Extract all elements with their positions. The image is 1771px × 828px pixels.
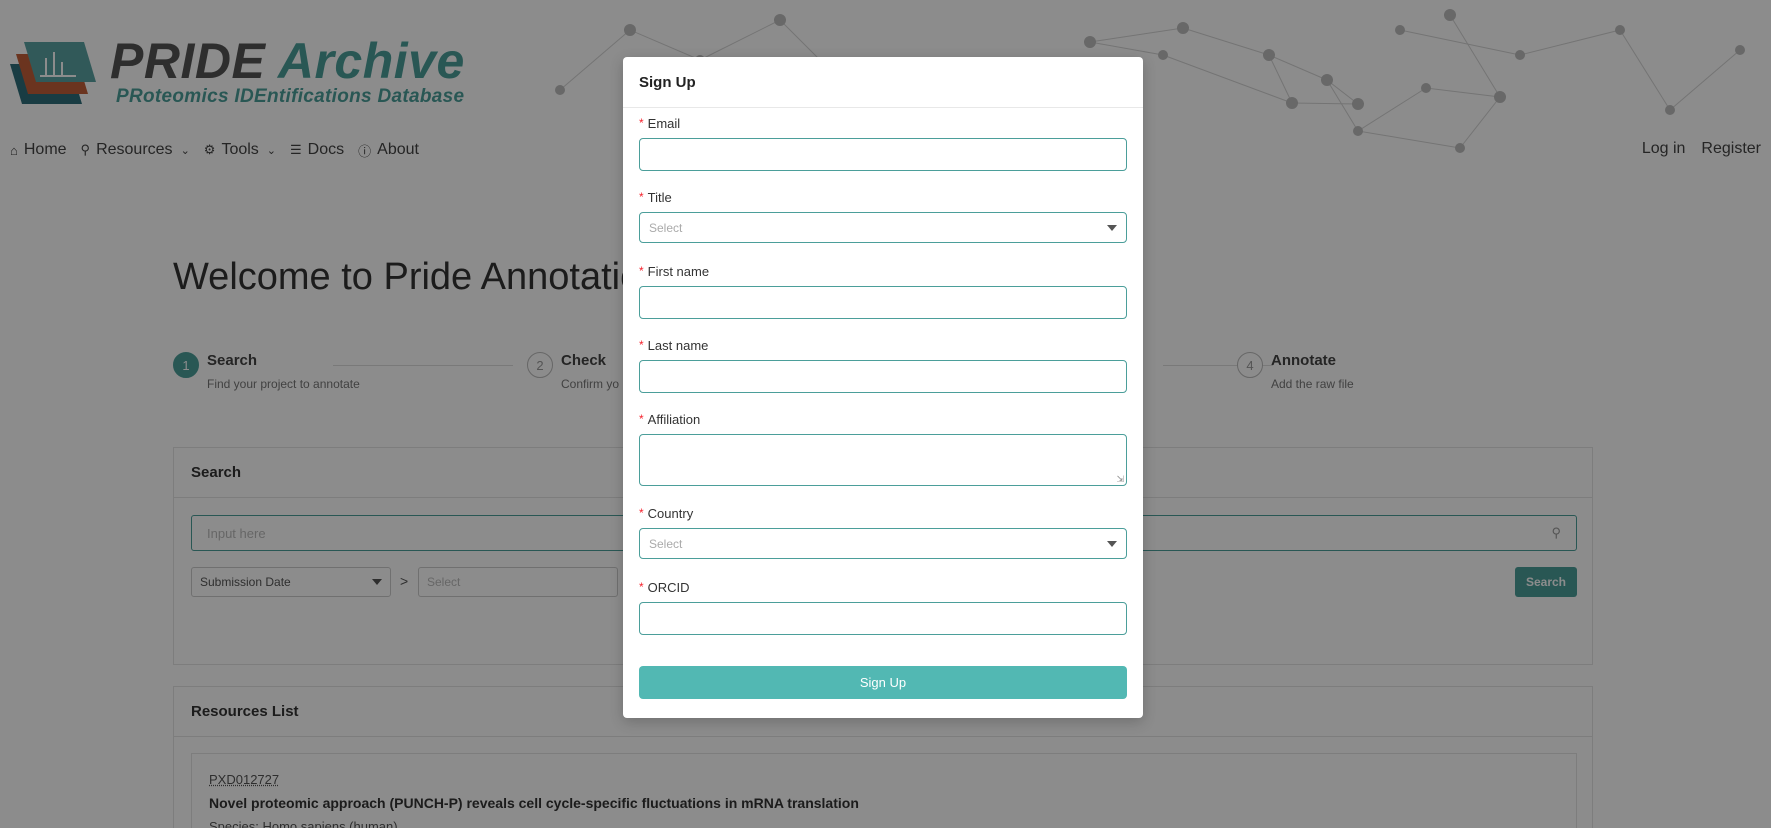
affiliation-label-text: Affiliation	[647, 411, 701, 427]
email-label-text: Email	[647, 115, 681, 131]
required-marker: *	[639, 264, 644, 278]
country-select[interactable]: Select	[639, 528, 1127, 559]
first-name-field[interactable]	[639, 286, 1127, 319]
last-name-label: * Last name	[639, 337, 1127, 353]
required-marker: *	[639, 338, 644, 352]
dropdown-arrow-icon	[1107, 540, 1117, 547]
last-name-field-group: * Last name	[639, 337, 1127, 393]
title-field-group: * Title Select	[639, 189, 1127, 243]
sign-up-button[interactable]: Sign Up	[639, 666, 1127, 699]
required-marker: *	[639, 506, 644, 520]
modal-title: Sign Up	[623, 57, 1143, 108]
required-marker: *	[639, 412, 644, 426]
required-marker: *	[639, 580, 644, 594]
country-label-text: Country	[647, 505, 694, 521]
country-label: * Country	[639, 505, 1127, 521]
affiliation-textarea[interactable]: ⇲	[639, 434, 1127, 486]
first-name-label-text: First name	[647, 263, 710, 279]
first-name-label: * First name	[639, 263, 1127, 279]
orcid-field-group: * ORCID	[639, 579, 1127, 635]
email-field[interactable]	[639, 138, 1127, 171]
title-label-text: Title	[647, 189, 672, 205]
required-marker: *	[639, 190, 644, 204]
email-field-group: * Email	[639, 115, 1127, 171]
orcid-field[interactable]	[639, 602, 1127, 635]
title-select[interactable]: Select	[639, 212, 1127, 243]
last-name-field[interactable]	[639, 360, 1127, 393]
first-name-field-group: * First name	[639, 263, 1127, 319]
title-select-placeholder: Select	[649, 220, 683, 235]
email-label: * Email	[639, 115, 1127, 131]
country-field-group: * Country Select	[639, 505, 1127, 559]
affiliation-field-group: * Affiliation ⇲	[639, 411, 1127, 486]
affiliation-label: * Affiliation	[639, 411, 1127, 427]
title-label: * Title	[639, 189, 1127, 205]
required-marker: *	[639, 116, 644, 130]
last-name-label-text: Last name	[647, 337, 709, 353]
orcid-label: * ORCID	[639, 579, 1127, 595]
dropdown-arrow-icon	[1107, 224, 1117, 231]
country-select-placeholder: Select	[649, 536, 683, 551]
signup-modal: Sign Up * Email * Title Select * First n…	[623, 57, 1143, 718]
resize-handle-icon[interactable]: ⇲	[1116, 475, 1124, 484]
orcid-label-text: ORCID	[647, 579, 690, 595]
